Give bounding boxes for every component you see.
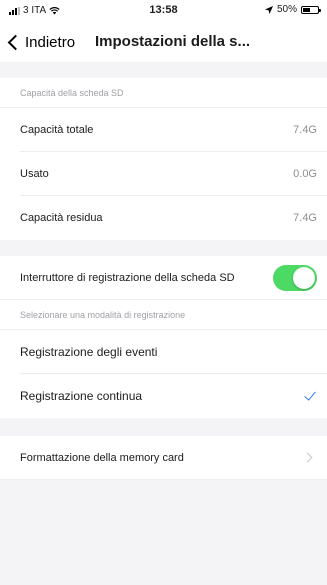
total-capacity-row: Capacità totale 7.4G [0, 108, 327, 152]
format-memory-card-label: Formattazione della memory card [20, 451, 184, 464]
continuous-recording-option[interactable]: Registrazione continua [0, 374, 327, 418]
battery-percent: 50% [276, 4, 297, 15]
sd-recording-toggle[interactable] [273, 264, 317, 291]
section-gap [0, 62, 327, 78]
used-capacity-value: 0.0G [293, 168, 317, 180]
remaining-capacity-label: Capacità residua [20, 212, 103, 224]
sd-recording-switch-row: Interruttore di registrazione della sche… [0, 256, 327, 300]
status-bar: 3 ITA 13:58 50% [0, 0, 327, 22]
used-capacity-label: Usato [20, 168, 49, 180]
event-recording-label: Registrazione degli eventi [20, 345, 158, 359]
used-capacity-row: Usato 0.0G [0, 152, 327, 196]
location-arrow-icon [264, 5, 273, 14]
navigation-bar: Indietro Impostazioni della s... [0, 22, 327, 62]
remaining-capacity-value: 7.4G [293, 212, 317, 224]
recording-mode-header: Selezionare una modalità di registrazion… [0, 300, 327, 330]
toggle-knob [293, 266, 315, 289]
settings-content: Capacità della scheda SD Capacità totale… [0, 62, 327, 480]
page-title: Impostazioni della s... [95, 33, 251, 50]
chevron-right-icon [302, 452, 313, 463]
capacity-section-header: Capacità della scheda SD [0, 78, 327, 108]
back-button-label: Indietro [25, 33, 76, 51]
sd-recording-switch-label: Interruttore di registrazione della sche… [20, 271, 235, 284]
section-gap [0, 418, 327, 436]
continuous-recording-label: Registrazione continua [20, 389, 143, 403]
battery-level [303, 7, 310, 12]
total-capacity-value: 7.4G [293, 124, 317, 136]
battery-icon [301, 5, 321, 14]
format-memory-card-row[interactable]: Formattazione della memory card [0, 436, 327, 480]
status-right: 50% [264, 4, 321, 15]
total-capacity-label: Capacità totale [20, 124, 94, 136]
section-gap [0, 240, 327, 256]
event-recording-option[interactable]: Registrazione degli eventi [0, 330, 327, 374]
chevron-left-icon [7, 34, 24, 50]
back-button[interactable]: Indietro [6, 30, 75, 54]
remaining-capacity-row: Capacità residua 7.4G [0, 196, 327, 240]
